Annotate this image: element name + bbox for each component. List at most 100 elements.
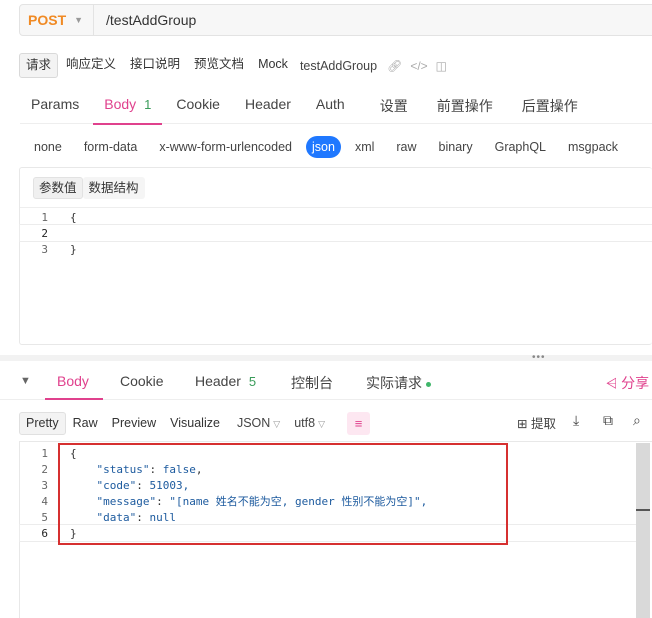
body-type-json[interactable]: json — [306, 136, 341, 158]
resp-tab-header[interactable]: Header 5 — [195, 373, 256, 389]
method-select[interactable]: POST ▼ — [20, 5, 94, 35]
chevron-down-icon: ▽ — [273, 419, 281, 429]
line-number: 2 — [41, 226, 48, 240]
body-type-binary[interactable]: binary — [431, 136, 481, 158]
json-key: "data" — [96, 510, 137, 524]
scroll-marker — [636, 509, 650, 511]
response-toolbar: Pretty Raw Preview Visualize JSON ▽ utf8 ▽… — [19, 411, 370, 435]
encoding-value: utf8 — [294, 416, 316, 430]
tab-settings[interactable]: 设置 — [369, 90, 419, 124]
tab-label: 设置 — [379, 98, 408, 114]
code-line: 3 "code": 51003, — [20, 477, 636, 493]
share-icon: ⩤ — [606, 375, 618, 391]
collapse-chevron-icon[interactable]: ▼ — [20, 375, 31, 387]
response-tabs: ▼ Body Cookie Header 5 控制台 实际请求 ⩤ 分享 — [0, 366, 652, 400]
tab-label: Body — [104, 96, 137, 112]
body-type-graphql[interactable]: GraphQL — [487, 136, 554, 158]
line-number: 1 — [41, 210, 48, 224]
view-visualize[interactable]: Visualize — [163, 412, 227, 435]
status-dot — [426, 381, 431, 387]
code-icon[interactable]: </> — [410, 59, 427, 73]
code-text: { — [70, 446, 77, 460]
view-pretty[interactable]: Pretty — [19, 411, 66, 435]
header-count-badge: 5 — [248, 374, 257, 389]
vertical-scrollbar[interactable] — [636, 443, 650, 618]
body-type-urlencoded[interactable]: x-www-form-urlencoded — [151, 136, 300, 158]
resp-tab-actual-request[interactable]: 实际请求 — [366, 373, 431, 393]
doc-tab-request[interactable]: 请求 — [19, 53, 59, 78]
tab-cookie[interactable]: Cookie — [165, 90, 231, 124]
request-tabs: Params Body 1 Cookie Header Auth 设置 前置操作 … — [20, 90, 652, 125]
body-count-badge: 1 — [144, 97, 152, 112]
share-label: 分享 — [621, 375, 650, 391]
doc-tab-api-desc[interactable]: 接口说明 — [124, 53, 186, 78]
word-wrap-button[interactable]: ≡ — [347, 411, 370, 435]
tab-params[interactable]: Params — [20, 90, 90, 124]
json-key: "code" — [96, 478, 137, 492]
search-icon[interactable]: ⌕ — [633, 412, 641, 429]
body-type-form-data[interactable]: form-data — [76, 136, 146, 158]
doc-tab-response-def[interactable]: 响应定义 — [60, 53, 122, 78]
extract-button[interactable]: ⊞ 提取 — [517, 413, 556, 432]
editor-tab-schema[interactable]: 数据结构 — [82, 177, 145, 199]
request-code-area[interactable]: 1{ 2 3} — [19, 209, 652, 257]
response-code-area[interactable]: 1{ 2 "status": false, 3 "code": 51003, 4… — [19, 445, 637, 542]
tab-post-ops[interactable]: 后置操作 — [511, 90, 589, 124]
doc-tabs: 请求 响应定义 接口说明 预览文档 Mock testAddGroup 🔗︎ <… — [19, 53, 447, 78]
body-type-none[interactable]: none — [26, 136, 70, 158]
wrap-icon: ≡ — [354, 415, 363, 431]
line-number: 6 — [41, 526, 48, 540]
code-line-current: 6} — [19, 524, 637, 542]
code-text: } — [70, 526, 77, 540]
resp-tab-console[interactable]: 控制台 — [291, 373, 333, 393]
line-number: 3 — [41, 478, 48, 492]
tab-label: Header — [244, 96, 291, 112]
view-preview[interactable]: Preview — [105, 412, 163, 435]
body-type-raw[interactable]: raw — [388, 136, 424, 158]
line-number: 4 — [41, 494, 48, 508]
link-icon[interactable]: 🔗︎ — [387, 59, 402, 73]
json-key: "status" — [96, 462, 150, 476]
request-body-editor: 参数值 数据结构 1{ 2 3} — [19, 167, 652, 345]
editor-tab-values[interactable]: 参数值 — [33, 177, 83, 199]
response-body-viewer: 1{ 2 "status": false, 3 "code": 51003, 4… — [19, 441, 652, 618]
line-number: 5 — [41, 510, 48, 524]
tab-pre-ops[interactable]: 前置操作 — [426, 90, 504, 124]
code-line: 4 "message": "[name 姓名不能为空, gender 性别不能为… — [20, 493, 636, 509]
code-text: "status": false, — [96, 462, 203, 476]
tab-label: Params — [31, 96, 80, 112]
code-line: 1{ — [20, 445, 636, 461]
body-type-xml[interactable]: xml — [347, 136, 382, 158]
extract-icon: ⊞ — [517, 417, 528, 431]
tab-label: Header — [195, 373, 241, 389]
download-icon[interactable]: ⤓ — [573, 412, 579, 429]
format-select[interactable]: JSON ▽ — [237, 416, 280, 430]
doc-tab-mock[interactable]: Mock — [252, 53, 294, 78]
share-button[interactable]: ⩤ 分享 — [606, 373, 649, 393]
tab-auth[interactable]: Auth — [305, 90, 356, 124]
chevron-down-icon: ▼ — [74, 15, 84, 25]
layout-icon[interactable]: ◫ — [436, 59, 447, 73]
view-raw[interactable]: Raw — [66, 412, 105, 435]
code-text: { — [70, 210, 77, 224]
code-line: 2 "status": false, — [20, 461, 636, 477]
doc-tab-preview-doc[interactable]: 预览文档 — [188, 53, 250, 78]
line-number: 1 — [41, 446, 48, 460]
tab-header[interactable]: Header — [234, 90, 302, 124]
panel-resize-handle[interactable]: ••• — [0, 352, 652, 363]
url-input[interactable]: /testAddGroup — [94, 12, 196, 28]
api-name: testAddGroup — [299, 58, 378, 73]
resp-tab-cookie[interactable]: Cookie — [120, 373, 164, 389]
chevron-down-icon: ▽ — [318, 419, 325, 429]
json-value: "[name 姓名不能为空, gender 性别不能为空]", — [169, 495, 428, 508]
tab-body[interactable]: Body 1 — [93, 90, 163, 125]
code-text: "code": 51003, — [96, 478, 190, 492]
drag-dots-icon: ••• — [532, 352, 546, 363]
encoding-select[interactable]: utf8 ▽ — [294, 416, 325, 430]
method-label: POST — [28, 12, 67, 28]
copy-icon[interactable]: ⧉ — [603, 412, 613, 429]
resp-tab-body[interactable]: Body — [57, 373, 89, 389]
tab-label: 前置操作 — [436, 98, 493, 114]
body-type-msgpack[interactable]: msgpack — [560, 136, 626, 158]
editor-tabs: 参数值 数据结构 — [20, 168, 652, 199]
